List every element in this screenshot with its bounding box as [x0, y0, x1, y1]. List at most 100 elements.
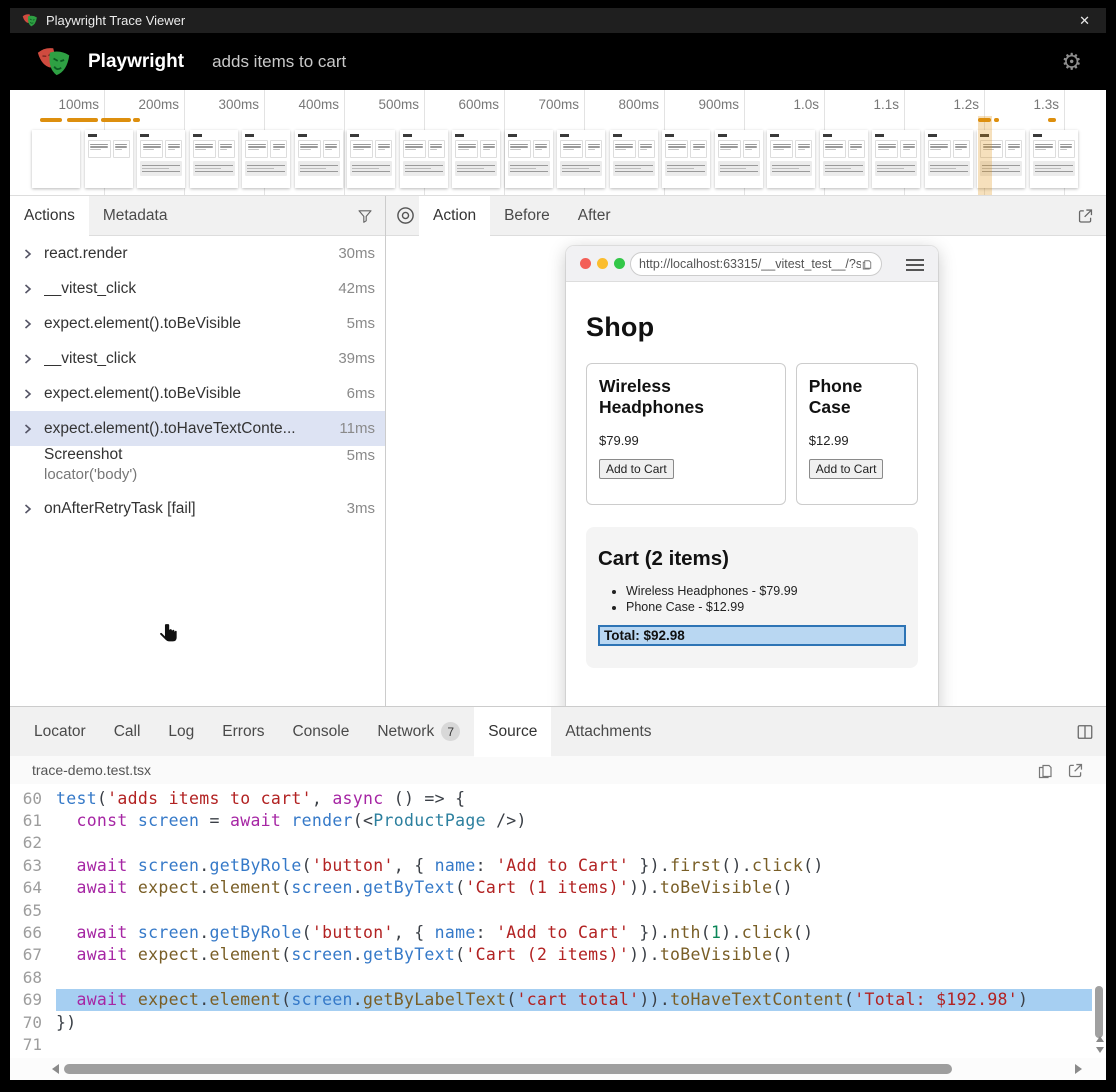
- open-external-icon[interactable]: [1077, 207, 1094, 224]
- open-source-external-icon[interactable]: [1067, 762, 1084, 779]
- tab-locator[interactable]: Locator: [20, 707, 100, 756]
- scroll-down-arrow-icon[interactable]: [1096, 1047, 1104, 1053]
- timeline-thumbnail[interactable]: [242, 130, 290, 188]
- code-token: 'Cart (1 items)': [465, 878, 629, 897]
- timeline-thumbnail[interactable]: [295, 130, 343, 188]
- product-name: Phone Case: [809, 376, 905, 419]
- timeline-thumbnail[interactable]: [872, 130, 920, 188]
- test-title: adds items to cart: [212, 52, 346, 72]
- tab-attachments[interactable]: Attachments: [551, 707, 665, 756]
- cart-total-highlight: Total: $92.98: [598, 625, 906, 646]
- code-token: 'button': [312, 856, 394, 875]
- code-token: (): [772, 945, 792, 964]
- code-line: 66 await screen.getByRole('button', { na…: [10, 921, 1106, 943]
- split-view-icon[interactable]: [1076, 723, 1094, 741]
- vertical-scrollbar-thumb[interactable]: [1095, 986, 1103, 1038]
- code-token: await: [76, 856, 127, 875]
- action-row[interactable]: expect.element().toBeVisible6ms: [10, 376, 385, 411]
- product-price: $12.99: [809, 433, 905, 448]
- timeline-thumbnail[interactable]: [347, 130, 395, 188]
- tab-metadata[interactable]: Metadata: [89, 196, 182, 235]
- scroll-right-arrow-icon[interactable]: [1075, 1064, 1082, 1074]
- traffic-light-green-icon: [614, 258, 625, 269]
- action-row[interactable]: __vitest_click42ms: [10, 271, 385, 306]
- tab-call[interactable]: Call: [100, 707, 155, 756]
- close-icon[interactable]: ✕: [1075, 13, 1094, 29]
- add-to-cart-button[interactable]: Add to Cart: [809, 459, 884, 479]
- code-token: getByLabelText: [363, 990, 506, 1009]
- code-token: .: [199, 923, 209, 942]
- tab-console[interactable]: Console: [278, 707, 363, 756]
- tab-after[interactable]: After: [564, 196, 625, 235]
- chevron-right-icon: [22, 353, 33, 365]
- code-token: (: [455, 878, 465, 897]
- timeline-thumbnail[interactable]: [1030, 130, 1078, 188]
- scroll-left-arrow-icon[interactable]: [52, 1064, 59, 1074]
- code-token: screen: [138, 923, 199, 942]
- code-token: 'Cart (2 items)': [465, 945, 629, 964]
- code-token: click: [752, 856, 803, 875]
- action-row[interactable]: __vitest_click39ms: [10, 341, 385, 376]
- target-icon[interactable]: [396, 206, 415, 225]
- code-token: )).: [629, 945, 660, 964]
- horizontal-scrollbar-thumb[interactable]: [64, 1064, 952, 1074]
- url-bar[interactable]: http://localhost:63315/__vitest_test__/?…: [630, 252, 882, 276]
- timeline-thumbnail[interactable]: [400, 130, 448, 188]
- timeline-thumbnail[interactable]: [32, 130, 80, 188]
- action-row[interactable]: react.render30ms: [10, 236, 385, 271]
- timeline-thumbnail[interactable]: [505, 130, 553, 188]
- tab-log[interactable]: Log: [154, 707, 208, 756]
- product-card: Phone Case $12.99 Add to Cart: [796, 363, 918, 505]
- code-token: 'cart total': [517, 990, 640, 1009]
- settings-gear-icon[interactable]: ⚙: [1061, 50, 1082, 73]
- code-line: 60test('adds items to cart', async () =>…: [10, 787, 1106, 809]
- action-row[interactable]: expect.element().toHaveTextConte...11ms: [10, 411, 385, 446]
- code-token: .: [353, 990, 363, 1009]
- tab-before[interactable]: Before: [490, 196, 564, 235]
- add-to-cart-button[interactable]: Add to Cart: [599, 459, 674, 479]
- horizontal-scrollbar[interactable]: [10, 1058, 1106, 1080]
- action-row[interactable]: onAfterRetryTask [fail]3ms: [10, 491, 385, 526]
- cart-item: Wireless Headphones - $79.99: [626, 584, 906, 598]
- tab-errors[interactable]: Errors: [208, 707, 278, 756]
- line-content: [56, 966, 1092, 988]
- title-bar: Playwright Trace Viewer ✕: [10, 8, 1106, 33]
- timeline-thumbnail[interactable]: [662, 130, 710, 188]
- code-token: await: [76, 923, 127, 942]
- copy-source-icon[interactable]: [1037, 762, 1053, 779]
- action-row[interactable]: expect.element().toBeVisible5ms: [10, 306, 385, 341]
- tab-action[interactable]: Action: [419, 196, 490, 235]
- code-token: screen: [291, 878, 352, 897]
- code-line: 67 await expect.element(screen.getByText…: [10, 944, 1106, 966]
- tab-actions[interactable]: Actions: [10, 196, 89, 235]
- timeline-thumbnail[interactable]: [925, 130, 973, 188]
- code-token: [56, 811, 76, 830]
- copy-url-icon[interactable]: [861, 258, 873, 271]
- timeline-thumbnail[interactable]: [137, 130, 185, 188]
- timeline-thumbnail[interactable]: [452, 130, 500, 188]
- scroll-up-arrow-icon[interactable]: [1096, 1036, 1104, 1042]
- code-token: }).: [629, 923, 670, 942]
- tab-network[interactable]: Network7: [363, 707, 474, 756]
- code-token: , {: [394, 923, 435, 942]
- code-token: (<: [353, 811, 373, 830]
- code-token: (: [281, 878, 291, 897]
- timeline-thumbnail[interactable]: [557, 130, 605, 188]
- timeline-thumbnail[interactable]: [85, 130, 133, 188]
- vertical-scrollbar[interactable]: [1092, 784, 1106, 1058]
- timeline[interactable]: 100ms200ms300ms400ms500ms600ms700ms800ms…: [10, 90, 1106, 196]
- window-title: Playwright Trace Viewer: [46, 13, 1075, 28]
- action-row[interactable]: Screenshot5mslocator('body'): [10, 446, 385, 491]
- code-token: test: [56, 789, 97, 808]
- timeline-thumbnail[interactable]: [715, 130, 763, 188]
- timeline-thumbnail[interactable]: [610, 130, 658, 188]
- menu-icon[interactable]: [906, 259, 924, 274]
- source-code-view[interactable]: 60test('adds items to cart', async () =>…: [10, 784, 1106, 1058]
- filter-icon[interactable]: [357, 208, 373, 224]
- timeline-thumbnail[interactable]: [767, 130, 815, 188]
- timeline-thumbnail[interactable]: [190, 130, 238, 188]
- code-token: (): [772, 878, 792, 897]
- timeline-thumbnail[interactable]: [820, 130, 868, 188]
- timeline-tick-label: 1.3s: [1033, 97, 1059, 112]
- tab-source[interactable]: Source: [474, 707, 551, 756]
